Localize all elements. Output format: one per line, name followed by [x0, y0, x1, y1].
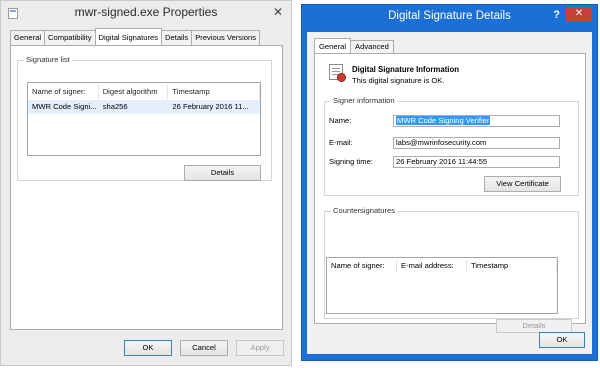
signing-time-label: Signing time: [329, 157, 373, 166]
signer-information-group: Signer information Name: MWR Code Signin… [324, 96, 579, 196]
properties-title: mwr-signed.exe Properties [74, 5, 218, 19]
ok-button[interactable]: OK [539, 332, 585, 348]
apply-button[interactable]: Apply [236, 340, 284, 356]
countersignatures-header: Name of signer: E-mail address: Timestam… [327, 260, 557, 272]
signature-details-window: Digital Signature Details ? ✕ General Ad… [301, 4, 598, 361]
digital-signatures-panel: Signature list Name of signer: Digest al… [10, 45, 283, 330]
help-icon[interactable]: ? [553, 9, 560, 21]
properties-window: mwr-signed.exe Properties ✕ General Comp… [0, 0, 292, 366]
signature-list-label: Signature list [24, 55, 72, 64]
signature-status-text: This digital signature is OK. [352, 76, 445, 85]
details-tabs: General Advanced [314, 38, 394, 53]
properties-tabs: General Compatibility Digital Signatures… [10, 28, 261, 45]
countersignatures-label: Countersignatures [331, 206, 398, 215]
email-label: E-mail: [329, 138, 353, 147]
properties-title-bar[interactable]: mwr-signed.exe Properties ✕ [1, 1, 291, 25]
column-header-digest[interactable]: Digest algorithm [99, 85, 169, 99]
countersignatures-list[interactable]: Name of signer: E-mail address: Timestam… [326, 257, 558, 314]
details-button[interactable]: Details [184, 165, 261, 181]
column-header-email[interactable]: E-mail address: [397, 260, 467, 272]
close-button[interactable]: ✕ [566, 7, 592, 22]
timestamp-cell: 26 February 2016 11... [172, 102, 249, 111]
column-header-timestamp[interactable]: Timestamp [168, 85, 260, 99]
column-header-name[interactable]: Name of signer: [28, 85, 99, 99]
cancel-button[interactable]: Cancel [180, 340, 228, 356]
tab-advanced[interactable]: Advanced [350, 40, 394, 53]
name-label: Name: [329, 116, 352, 125]
signature-row[interactable]: MWR Code Signi... sha256 26 February 201… [28, 100, 260, 114]
close-icon[interactable]: ✕ [273, 5, 283, 19]
name-field[interactable]: MWR Code Signing Verifier [393, 115, 560, 127]
signer-information-label: Signer information [331, 96, 397, 105]
signer-name-cell: MWR Code Signi... [32, 102, 97, 111]
signature-list-group: Signature list Name of signer: Digest al… [17, 55, 272, 181]
signature-list[interactable]: Name of signer: Digest algorithm Timesta… [27, 82, 261, 156]
tab-general[interactable]: General [10, 30, 46, 45]
tab-details[interactable]: Details [161, 30, 193, 45]
name-value: MWR Code Signing Verifier [396, 116, 491, 125]
view-certificate-button[interactable]: View Certificate [484, 176, 561, 192]
signature-list-header: Name of signer: Digest algorithm Timesta… [28, 85, 260, 99]
certificate-icon [329, 64, 346, 82]
ok-button[interactable]: OK [124, 340, 172, 356]
email-field[interactable]: labs@mwrinfosecurity.com [393, 137, 560, 149]
tab-digital-signatures[interactable]: Digital Signatures [94, 28, 163, 45]
tab-general[interactable]: General [314, 38, 352, 53]
signing-time-field[interactable]: 26 February 2016 11:44:55 [393, 156, 560, 168]
tab-previous-versions[interactable]: Previous Versions [191, 30, 261, 45]
column-header-timestamp[interactable]: Timestamp [467, 260, 557, 272]
tab-compatibility[interactable]: Compatibility [44, 30, 96, 45]
details-client-area: General Advanced Digital Signature Infor… [307, 32, 592, 354]
countersignature-details-button[interactable]: Details [496, 319, 572, 333]
general-panel: Digital Signature Information This digit… [314, 53, 586, 333]
signature-info-heading: Digital Signature Information [352, 65, 459, 74]
column-header-name[interactable]: Name of signer: [327, 260, 397, 272]
digest-cell: sha256 [102, 102, 128, 111]
